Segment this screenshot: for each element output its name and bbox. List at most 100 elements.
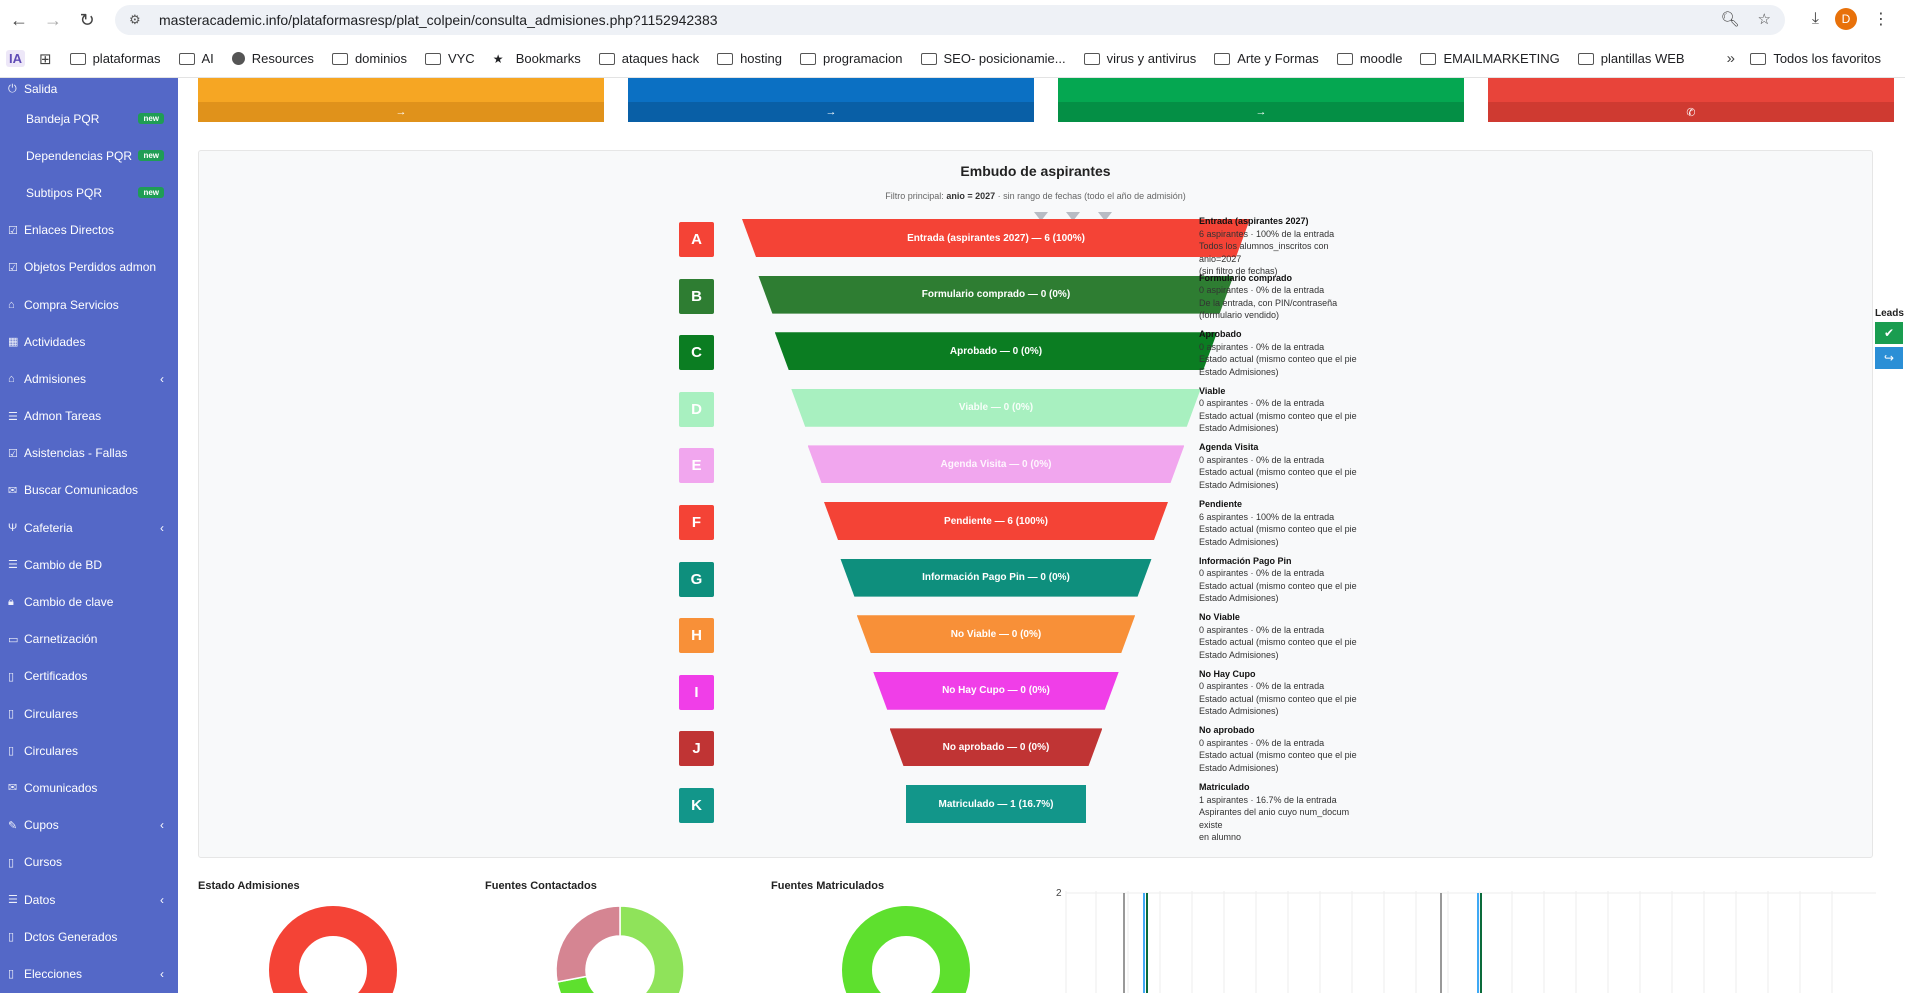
donut-slice[interactable] xyxy=(269,906,397,993)
sidebar-item[interactable]: ☰ Cambio de BD xyxy=(0,546,178,583)
bookmark-item[interactable]: programacion xyxy=(800,51,903,66)
all-bookmarks-folder[interactable]: Todos los favoritos xyxy=(1750,51,1881,66)
ia-bookmark[interactable]: IA xyxy=(6,50,25,67)
stage-bar-label: Matriculado — 1 (16.7%) xyxy=(938,798,1054,810)
file-icon: ▯ xyxy=(8,931,15,944)
funnel-stage-bar[interactable]: Agenda Visita — 0 (0%) xyxy=(807,445,1185,484)
bookmark-item[interactable]: ataques hack xyxy=(598,51,700,66)
funnel-stage-bar[interactable]: No aprobado — 0 (0%) xyxy=(889,728,1103,767)
leads-panel: Leads ✔ ↪ xyxy=(1875,308,1905,369)
funnel-stage-bar[interactable]: Entrada (aspirantes 2027) — 6 (100%) xyxy=(742,219,1250,257)
forward-icon[interactable]: → xyxy=(38,5,68,35)
bookmark-item[interactable]: plataformas xyxy=(69,51,161,66)
sidebar-item[interactable]: Bandeja PQR new xyxy=(0,100,178,137)
sidebar-item[interactable]: ☰ Datos ‹ xyxy=(0,881,178,918)
stage-line2: Aspirantes del anio cuyo num_docum exist… xyxy=(1199,807,1350,830)
back-icon[interactable]: ← xyxy=(4,5,34,35)
sidebar-item[interactable]: ☑ Asistencias - Fallas xyxy=(0,435,178,472)
stage-bar-label: Entrada (aspirantes 2027) — 6 (100%) xyxy=(907,232,1085,244)
funnel-stage-bar[interactable]: Viable — 0 (0%) xyxy=(791,388,1201,427)
sidebar-item[interactable]: Ψ Cafeteria ‹ xyxy=(0,509,178,546)
funnel-stage-bar[interactable]: No Hay Cupo — 0 (0%) xyxy=(873,671,1119,710)
card-body xyxy=(1058,78,1464,102)
y-max-label: 2 xyxy=(1056,888,1062,899)
bookmark-item[interactable]: VYC xyxy=(424,51,475,66)
bookmark-item[interactable]: AI xyxy=(178,51,214,66)
stage-description: Entrada (aspirantes 2027) 6 aspirantes · … xyxy=(1199,215,1369,278)
sidebar-item[interactable]: ▯ Elecciones ‹ xyxy=(0,955,178,992)
file-icon: ▯ xyxy=(8,856,15,869)
graduation-icon: ⌂ xyxy=(8,372,15,385)
bookmark-item[interactable]: Arte y Formas xyxy=(1214,51,1319,66)
donut-slice[interactable] xyxy=(619,905,685,993)
sidebar-item[interactable]: ▦ Actividades xyxy=(0,323,178,360)
sidebar-item[interactable]: ☑ Objetos Perdidos admon xyxy=(0,249,178,286)
sidebar-item[interactable]: ▯ Certificados xyxy=(0,658,178,695)
sidebar-item[interactable]: Dependencias PQR new xyxy=(0,137,178,174)
card-footer-link[interactable]: ✆ xyxy=(1488,102,1894,122)
stage-description: Viable 0 aspirantes · 0% de la entrada Est… xyxy=(1199,385,1369,435)
sidebar-item[interactable]: ☑ Enlaces Directos xyxy=(0,212,178,249)
bookmark-item[interactable]: hosting xyxy=(717,51,782,66)
bookmark-label: Resources xyxy=(251,51,314,66)
sidebar-item-label: Dctos Generados xyxy=(24,929,118,944)
folder-icon xyxy=(69,52,86,65)
sidebar-item[interactable]: ⌂ Admisiones ‹ xyxy=(0,360,178,397)
bookmark-item[interactable]: dominios xyxy=(331,51,407,66)
card-body xyxy=(628,78,1034,102)
donut-slice[interactable] xyxy=(842,906,970,993)
bookmark-item[interactable]: moodle xyxy=(1336,51,1403,66)
bookmark-item[interactable]: virus y antivirus xyxy=(1083,51,1196,66)
sidebar-item[interactable]: Subtipos PQR new xyxy=(0,174,178,211)
arrow-circle-right-icon: → xyxy=(395,106,407,118)
list-icon: ☰ xyxy=(8,894,18,907)
funnel-stage-bar[interactable]: Matriculado — 1 (16.7%) xyxy=(906,785,1086,823)
card-footer-link[interactable]: → xyxy=(1058,102,1464,122)
reply-icon[interactable]: ↪ xyxy=(1875,347,1903,369)
funnel-stage-bar[interactable]: Pendiente — 6 (100%) xyxy=(824,502,1168,540)
sidebar-item[interactable]: ▯ Circulares xyxy=(0,695,178,732)
sidebar-item[interactable]: ✎ Cupos ‹ xyxy=(0,807,178,844)
zoom-icon[interactable]: 🔍︎ xyxy=(1721,10,1740,28)
stage-description: Agenda Visita 0 aspirantes · 0% de la ent… xyxy=(1199,441,1369,491)
funnel-stage-bar[interactable]: Información Pago Pin — 0 (0%) xyxy=(840,558,1152,597)
more-bookmarks-icon[interactable]: » xyxy=(1727,50,1735,67)
sidebar-item[interactable]: ☰ Admon Tareas xyxy=(0,398,178,435)
sidebar-item[interactable]: ▯ Cursos xyxy=(0,844,178,881)
card-footer-link[interactable]: → xyxy=(628,102,1034,122)
sidebar-item[interactable]: 🔒︎ Cambio de clave xyxy=(0,583,178,620)
profile-avatar[interactable]: D xyxy=(1835,8,1857,30)
stage-line1: 0 aspirantes · 0% de la entrada xyxy=(1199,398,1325,409)
sidebar-item[interactable]: ▭ Carnetización xyxy=(0,621,178,658)
sidebar-item[interactable]: ▯ Dctos Generados xyxy=(0,918,178,955)
site-info-icon[interactable]: ⚙ xyxy=(129,12,149,28)
apps-grid-icon[interactable]: ⊞ xyxy=(39,50,52,68)
bookmark-star-icon[interactable]: ☆ xyxy=(1758,10,1771,28)
donut-slice[interactable] xyxy=(555,905,621,983)
funnel-stage-bar[interactable]: Aprobado — 0 (0%) xyxy=(774,332,1218,371)
sidebar-item[interactable]: ✉ Buscar Comunicados xyxy=(0,472,178,509)
download-icon[interactable]: ⤓ xyxy=(1812,10,1819,28)
sidebar-item[interactable]: ⏻ Salida xyxy=(0,78,178,100)
bookmark-item[interactable]: EMAILMARKETING xyxy=(1420,51,1560,66)
stage-line2: Estado actual (mismo conteo que el pie xyxy=(1199,693,1357,704)
check-icon[interactable]: ✔ xyxy=(1875,322,1903,344)
funnel-stage-bar[interactable]: No Viable — 0 (0%) xyxy=(856,615,1136,654)
sidebar-item[interactable]: ⌂ Compra Servicios xyxy=(0,286,178,323)
sidebar-item-label: Admon Tareas xyxy=(24,409,102,424)
reload-icon[interactable]: ↻ xyxy=(72,5,102,35)
bookmark-item[interactable]: ★ Bookmarks xyxy=(493,51,581,66)
sidebar-item[interactable]: ✉ Comunicados xyxy=(0,769,178,806)
sidebar-item-label: Asistencias - Fallas xyxy=(24,446,128,461)
menu-icon[interactable]: ⋮ xyxy=(1873,9,1889,29)
bookmark-item[interactable]: SEO- posicionamie... xyxy=(920,51,1066,66)
bookmark-label: moodle xyxy=(1359,51,1403,66)
address-bar[interactable]: ⚙ masteracademic.info/plataformasresp/pl… xyxy=(115,5,1785,35)
folder-icon xyxy=(331,52,348,65)
sidebar-item[interactable]: ▯ Circulares xyxy=(0,732,178,769)
bookmark-item[interactable]: plantillas WEB xyxy=(1577,51,1685,66)
card-footer-link[interactable]: → xyxy=(198,102,604,122)
funnel-stage-bar[interactable]: Formulario comprado — 0 (0%) xyxy=(758,275,1234,314)
bookmark-item[interactable]: Resources xyxy=(231,51,314,66)
bookmark-label: ataques hack xyxy=(621,51,700,66)
